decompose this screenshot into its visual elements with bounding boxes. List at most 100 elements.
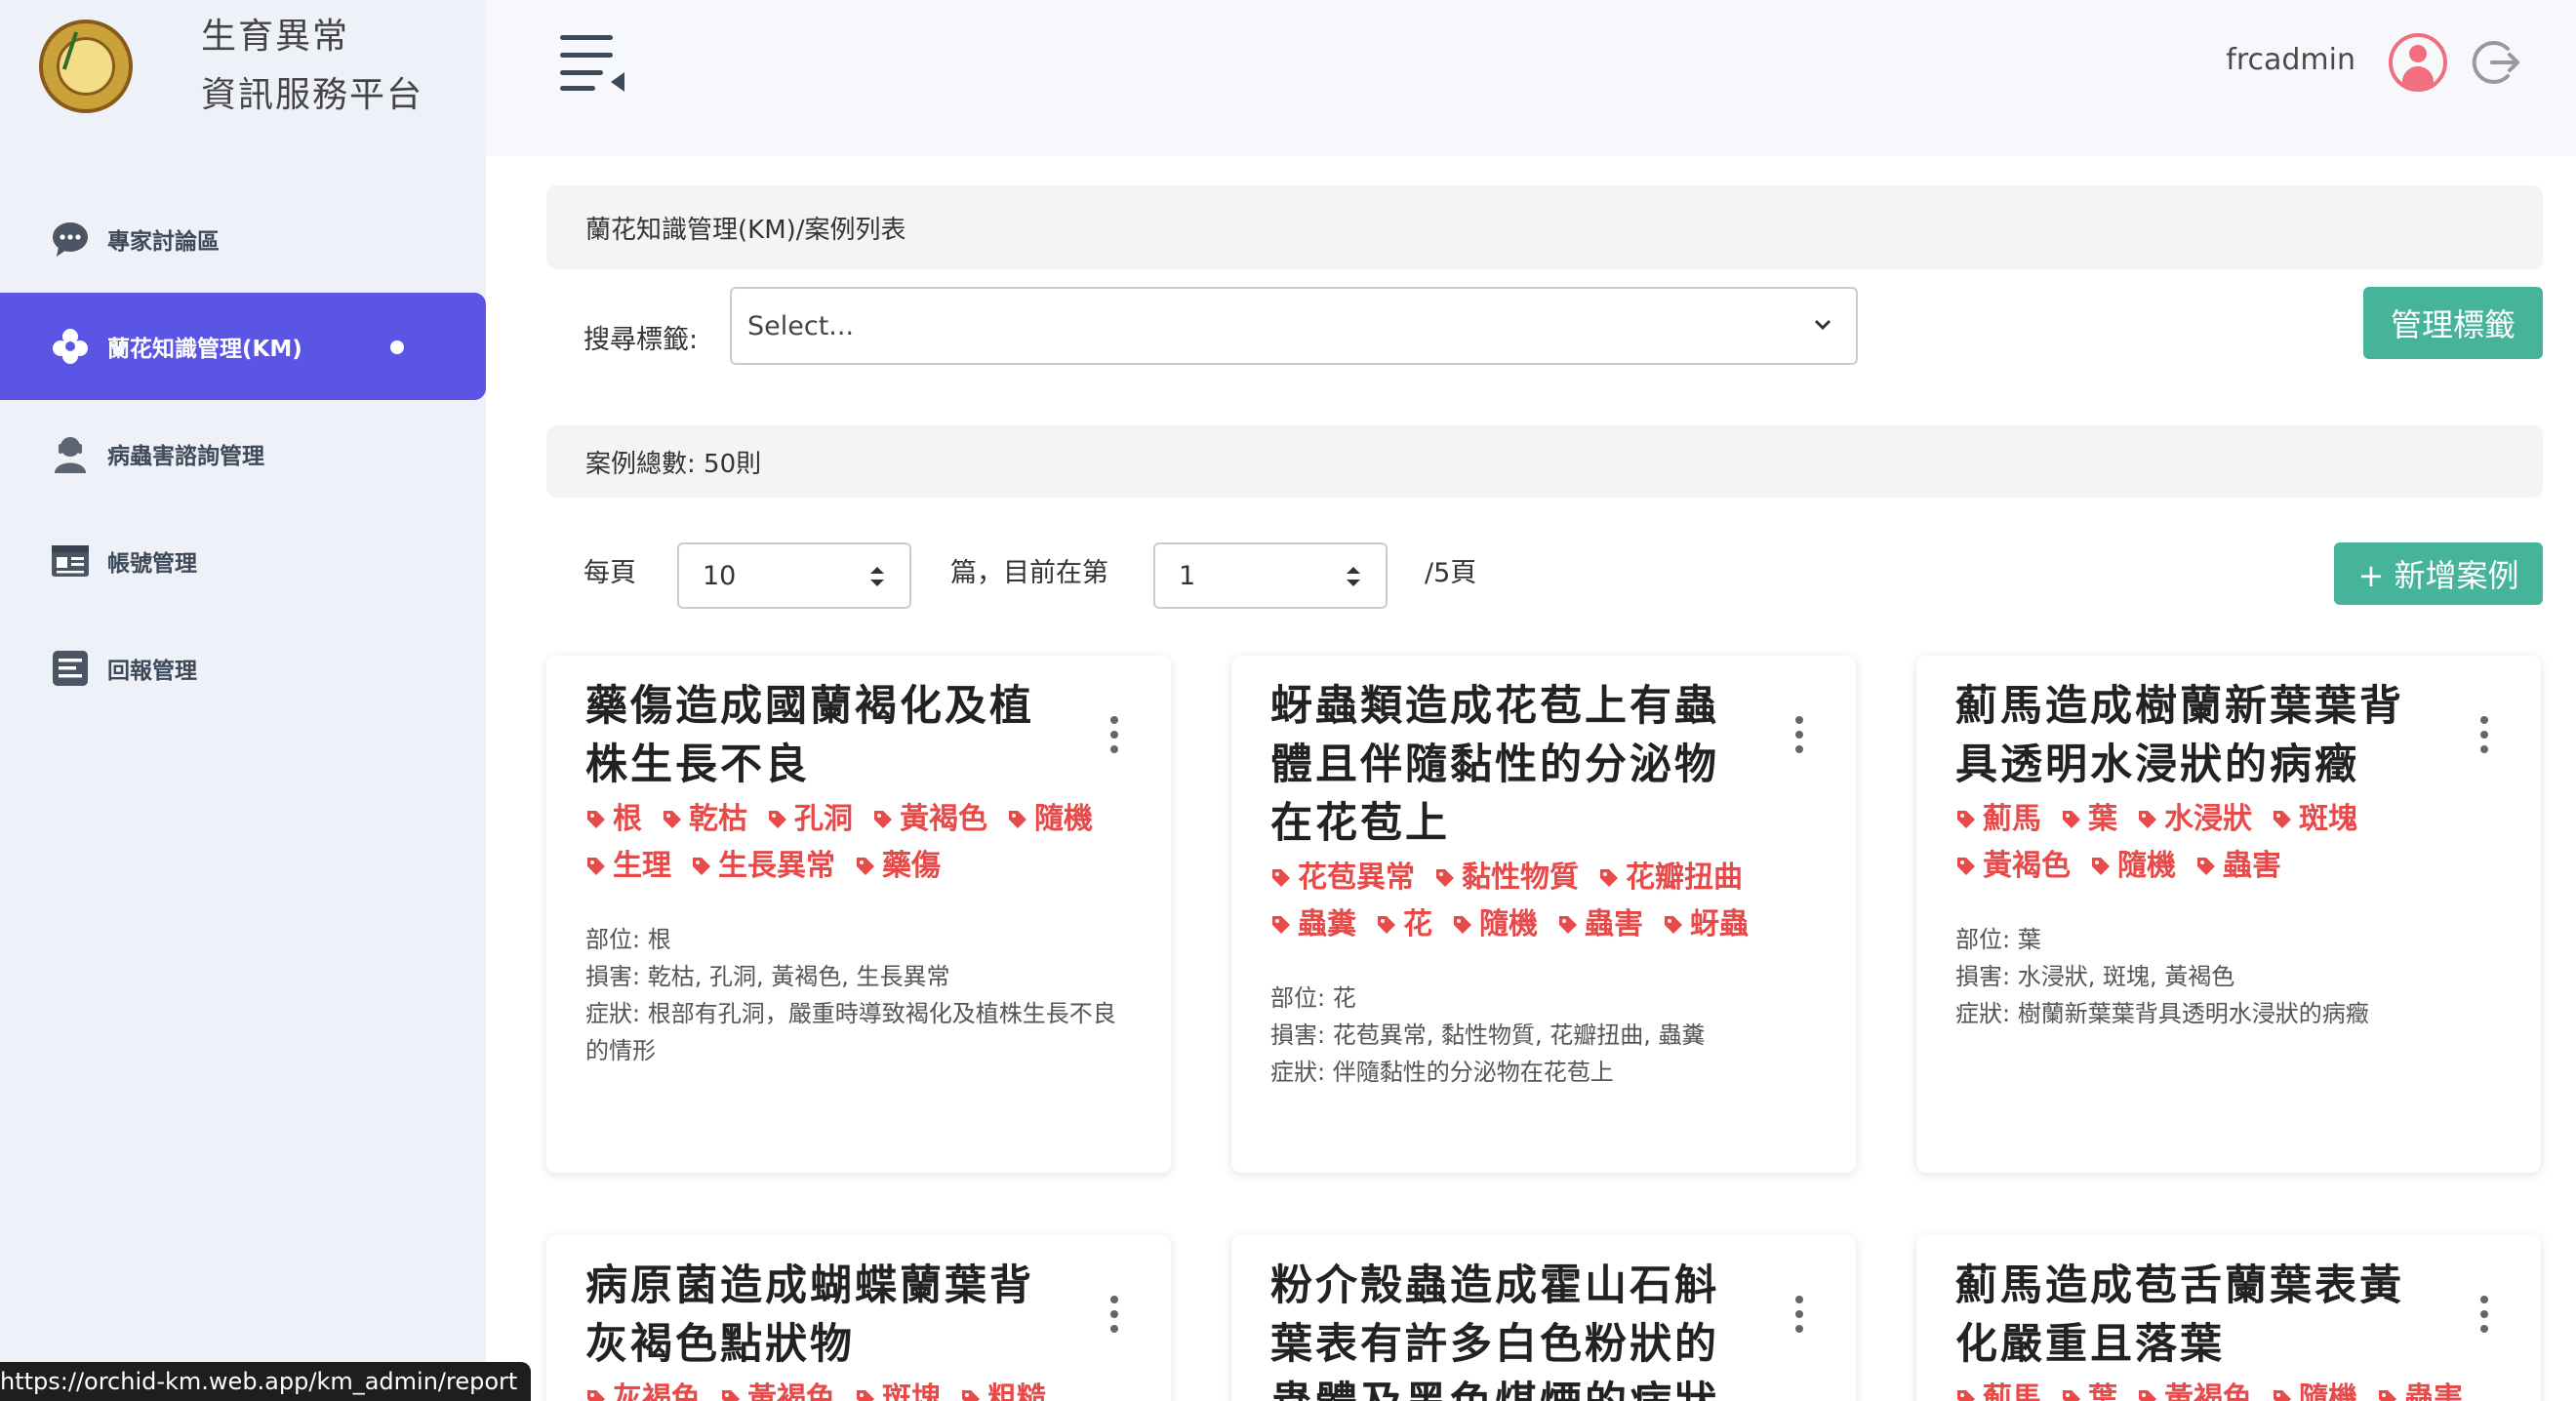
tag-chip[interactable]: 隨機 [1452, 901, 1538, 948]
tag-icon [2139, 1390, 2156, 1401]
sidebar-item-label: 帳號管理 [107, 551, 197, 577]
tag-chip[interactable]: 孔洞 [767, 796, 853, 843]
tag-chip[interactable]: 灰褐色 [585, 1376, 701, 1401]
tag-label: 根 [613, 802, 642, 836]
case-card-title[interactable]: 病原菌造成蝴蝶蘭葉背灰褐色點狀物 [585, 1257, 1073, 1374]
tag-chip[interactable]: 黃褐色 [1955, 843, 2071, 890]
tag-chip[interactable]: 葉 [2061, 1376, 2117, 1401]
tag-icon [2379, 1390, 2396, 1401]
tag-chip[interactable]: 花 [1376, 901, 1432, 948]
tag-chip[interactable]: 黃褐色 [720, 1376, 835, 1401]
case-card[interactable]: 薊馬造成樹蘭新葉葉背具透明水浸狀的病癥 薊馬 葉 水浸狀 斑塊黃褐色 隨機 蟲害 部位: 葉損… [1916, 656, 2541, 1173]
case-card-title[interactable]: 薊馬造成苞舌蘭葉表黃化嚴重且落葉 [1955, 1257, 2443, 1374]
case-card[interactable]: 粉介殼蟲造成霍山石斛葉表有許多白色粉狀的蟲體及黑色煤煙的病狀 [1231, 1235, 1856, 1401]
tag-chip[interactable]: 斑塊 [2272, 796, 2357, 843]
tag-chip[interactable]: 水浸狀 [2137, 796, 2252, 843]
tag-chip[interactable]: 葉 [2061, 796, 2117, 843]
tag-label: 黃褐色 [1983, 849, 2071, 883]
tag-icon [1957, 811, 1975, 828]
page-number-select[interactable]: 1 [1153, 542, 1388, 609]
tag-chip[interactable]: 粗糙 [960, 1376, 1046, 1401]
tag-chip[interactable]: 隨機 [1007, 796, 1093, 843]
tag-icon [2092, 858, 2110, 875]
tag-chip[interactable]: 黃褐色 [872, 796, 987, 843]
more-options-icon[interactable] [1795, 716, 1805, 755]
chevron-down-icon [1814, 319, 1831, 331]
tag-chip[interactable]: 隨機 [2090, 843, 2176, 890]
tag-chip[interactable]: 斑塊 [855, 1376, 941, 1401]
case-card-tags: 根 乾枯 孔洞 黃褐色 隨機生理 生長異常 藥傷 [585, 796, 1132, 890]
tag-label: 粗糙 [987, 1381, 1046, 1401]
tag-label: 蟲害 [1585, 907, 1643, 941]
sidebar-item-orchid-km[interactable]: 蘭花知識管理(KM) [0, 293, 486, 400]
tag-chip[interactable]: 蟲害 [2195, 843, 2281, 890]
tag-label: 薊馬 [1983, 802, 2041, 836]
tag-chip[interactable]: 薊馬 [1955, 796, 2041, 843]
case-damage: 損害: 水浸狀, 斑塊, 黃褐色 [1955, 963, 2235, 990]
sidebar-item-accounts[interactable]: 帳號管理 [0, 507, 486, 615]
tag-label: 蟲害 [2223, 849, 2281, 883]
case-card[interactable]: 薊馬造成苞舌蘭葉表黃化嚴重且落葉 薊馬 葉 黃褐色 隨機 蟲害 [1916, 1235, 2541, 1401]
tag-label: 蟲糞 [1298, 907, 1356, 941]
tag-chip[interactable]: 生理 [585, 843, 671, 890]
logout-icon[interactable] [2471, 37, 2521, 88]
tag-chip[interactable]: 花苞異常 [1270, 855, 1415, 901]
tag-label: 花瓣扭曲 [1626, 861, 1743, 895]
case-card-title[interactable]: 薊馬造成樹蘭新葉葉背具透明水浸狀的病癥 [1955, 677, 2443, 794]
tag-label: 花苞異常 [1298, 861, 1415, 895]
chat-bubble-icon [51, 220, 90, 259]
more-options-icon[interactable] [2480, 716, 2490, 755]
case-card-tags: 薊馬 葉 水浸狀 斑塊黃褐色 隨機 蟲害 [1955, 796, 2502, 890]
case-card[interactable]: 病原菌造成蝴蝶蘭葉背灰褐色點狀物 灰褐色 黃褐色 斑塊 粗糙 [546, 1235, 1171, 1401]
tag-label: 黃褐色 [900, 802, 987, 836]
more-options-icon[interactable] [1110, 1296, 1120, 1335]
tag-icon [1436, 869, 1454, 887]
sidebar-item-reports[interactable]: 回報管理 [0, 615, 486, 722]
user-avatar-icon[interactable] [2389, 33, 2447, 92]
tag-chip[interactable]: 藥傷 [855, 843, 941, 890]
case-card[interactable]: 藥傷造成國蘭褐化及植株生長不良根 乾枯 孔洞 黃褐色 隨機生理 生長異常 藥傷 部位: 根損害… [546, 656, 1171, 1173]
tag-icon [1665, 916, 1682, 934]
sidebar-item-label: 蘭花知識管理(KM) [107, 337, 302, 362]
tag-label: 乾枯 [689, 802, 747, 836]
brand[interactable]: 生育異常 資訊服務平台 [39, 8, 423, 125]
case-symptom: 症狀: 樹蘭新葉葉背具透明水浸狀的病癥 [1955, 1000, 2369, 1027]
case-card-tags: 花苞異常 黏性物質 花瓣扭曲蟲糞 花 隨機 蟲害 蚜蟲 [1270, 855, 1817, 948]
tag-chip[interactable]: 蟲害 [1557, 901, 1643, 948]
tag-chip[interactable]: 根 [585, 796, 642, 843]
id-card-icon [51, 541, 90, 580]
tag-chip[interactable]: 蟲害 [2377, 1376, 2463, 1401]
tag-chip[interactable]: 黏性物質 [1434, 855, 1579, 901]
tag-chip[interactable]: 蚜蟲 [1663, 901, 1749, 948]
case-card[interactable]: 蚜蟲類造成花苞上有蟲體且伴隨黏性的分泌物在花苞上花苞異常 黏性物質 花瓣扭曲蟲糞 花 隨… [1231, 656, 1856, 1173]
case-card-title[interactable]: 藥傷造成國蘭褐化及植株生長不良 [585, 677, 1073, 794]
username: frcadmin [2226, 43, 2355, 77]
tag-icon [962, 1390, 980, 1401]
tag-chip[interactable]: 生長異常 [691, 843, 835, 890]
sidebar-item-pest-consult[interactable]: 病蟲害諮詢管理 [0, 400, 486, 507]
more-options-icon[interactable] [1795, 1296, 1805, 1335]
per-page-select[interactable]: 10 [677, 542, 911, 609]
case-card-title[interactable]: 粉介殼蟲造成霍山石斛葉表有許多白色粉狀的蟲體及黑色煤煙的病狀 [1270, 1257, 1758, 1401]
tag-chip[interactable]: 隨機 [2272, 1376, 2357, 1401]
tag-label: 蟲害 [2404, 1381, 2463, 1401]
tag-label: 花 [1403, 907, 1432, 941]
tag-icon [587, 811, 605, 828]
case-card-title[interactable]: 蚜蟲類造成花苞上有蟲體且伴隨黏性的分泌物在花苞上 [1270, 677, 1758, 853]
menu-toggle-icon[interactable] [560, 33, 624, 92]
tag-icon [857, 1390, 874, 1401]
tag-chip[interactable]: 乾枯 [662, 796, 747, 843]
breadcrumb: 蘭花知識管理(KM)/案例列表 [546, 185, 2543, 269]
add-case-button[interactable]: + 新增案例 [2334, 542, 2543, 605]
sidebar-item-expert-forum[interactable]: 專家討論區 [0, 185, 486, 293]
more-options-icon[interactable] [2480, 1296, 2490, 1335]
tag-chip[interactable]: 花瓣扭曲 [1598, 855, 1743, 901]
more-options-icon[interactable] [1110, 716, 1120, 755]
tag-chip[interactable]: 蟲糞 [1270, 901, 1356, 948]
tag-chip[interactable]: 黃褐色 [2137, 1376, 2252, 1401]
tag-label: 葉 [2088, 1381, 2117, 1401]
tag-search-select[interactable]: Select... [730, 287, 1858, 365]
tag-chip[interactable]: 薊馬 [1955, 1376, 2041, 1401]
tag-label: 黃褐色 [2164, 1381, 2252, 1401]
manage-tags-button[interactable]: 管理標籤 [2363, 287, 2543, 359]
